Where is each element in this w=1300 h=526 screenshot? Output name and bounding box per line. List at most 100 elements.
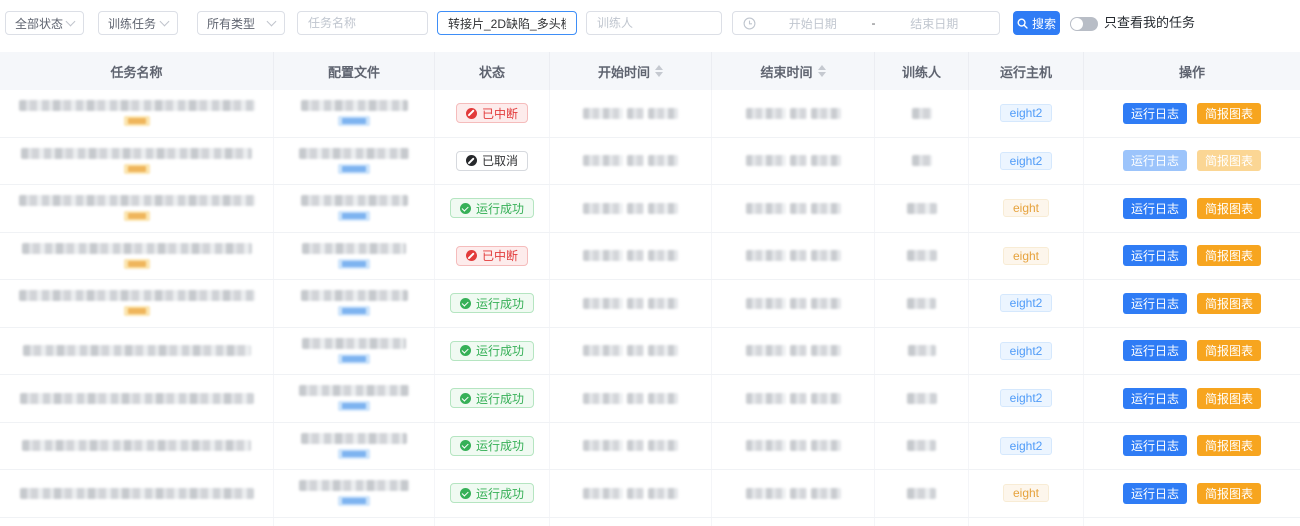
task-name-cell: [0, 138, 274, 185]
blurred-trainer-name: [912, 155, 932, 166]
blurred-timestamp-segment: [746, 488, 786, 499]
sort-ascending-caret[interactable]: [655, 65, 663, 70]
search-icon: [1017, 18, 1028, 29]
actions-cell: 运行日志简报图表: [1084, 470, 1300, 517]
task-name-input[interactable]: [298, 12, 427, 34]
search-button-label: 搜索: [1032, 15, 1056, 32]
run-log-button[interactable]: 运行日志: [1123, 388, 1187, 409]
report-chart-button[interactable]: 简报图表: [1197, 293, 1261, 314]
report-chart-button: 简报图表: [1197, 150, 1261, 171]
sort-icon[interactable]: [655, 65, 663, 77]
status-label: 已取消: [482, 152, 518, 169]
blurred-timestamp-segment: [790, 440, 807, 451]
run-log-button[interactable]: 运行日志: [1123, 103, 1187, 124]
start-time-cell: [550, 328, 712, 375]
blurred-config-name: [299, 385, 409, 396]
blurred-timestamp: [746, 298, 841, 309]
host-cell: eight2: [969, 375, 1084, 422]
blurred-timestamp-segment: [811, 203, 841, 214]
trainer-input[interactable]: [587, 12, 721, 34]
status-label: 运行成功: [476, 342, 524, 359]
task-type-filter-select[interactable]: 训练任务: [98, 11, 178, 35]
sort-ascending-caret[interactable]: [818, 65, 826, 70]
end-date-placeholder[interactable]: 结束日期: [880, 15, 990, 32]
table-row: 运行成功eight运行日志简报图表: [0, 470, 1300, 518]
blurred-timestamp-segment: [583, 440, 623, 451]
table-row: 运行成功 eight2 运行日志简报图表: [0, 328, 1300, 376]
actions-cell: 运行日志简报图表: [1084, 185, 1300, 232]
report-chart-button[interactable]: 简报图表: [1197, 340, 1261, 361]
host-tag: eight2: [1000, 104, 1053, 122]
config-file-cell: [274, 375, 435, 422]
category-filter-select[interactable]: 所有类型: [197, 11, 285, 35]
report-chart-button[interactable]: 简报图表: [1197, 435, 1261, 456]
column-header-label: 开始时间: [598, 62, 650, 81]
start-date-placeholder[interactable]: 开始日期: [758, 15, 868, 32]
run-log-button[interactable]: 运行日志: [1123, 245, 1187, 266]
blurred-timestamp-segment: [648, 203, 678, 214]
trainer-cell: [875, 375, 969, 422]
status-filter-select[interactable]: 全部状态: [5, 11, 84, 35]
report-chart-button[interactable]: 简报图表: [1197, 245, 1261, 266]
blurred-blue-tag: [338, 449, 370, 459]
blurred-timestamp: [583, 393, 678, 404]
blurred-config-name: [301, 290, 408, 301]
blurred-task-name: [22, 243, 252, 254]
blurred-timestamp: [583, 440, 678, 451]
start-time-cell: [550, 470, 712, 517]
host-cell: eight2: [969, 328, 1084, 375]
run-log-button[interactable]: 运行日志: [1123, 198, 1187, 219]
table-cell: [0, 518, 274, 526]
blurred-blue-tag: [338, 354, 370, 364]
column-header-2: 配置文件: [274, 52, 435, 90]
blurred-timestamp-segment: [746, 155, 786, 166]
blurred-timestamp-segment: [583, 345, 623, 356]
search-button[interactable]: 搜索: [1013, 11, 1060, 35]
table-row: 已中断 eight 运行日志简报图表: [0, 233, 1300, 281]
sort-descending-caret[interactable]: [655, 72, 663, 77]
blurred-timestamp-segment: [627, 155, 644, 166]
column-header-label: 训练人: [902, 62, 941, 81]
model-name-input[interactable]: [438, 12, 576, 34]
blurred-timestamp-segment: [811, 108, 841, 119]
blurred-timestamp-segment: [746, 393, 786, 404]
report-chart-button[interactable]: 简报图表: [1197, 103, 1261, 124]
blurred-blue-tag: [338, 259, 370, 269]
blurred-blue-tag: [338, 116, 370, 126]
blurred-timestamp: [583, 488, 678, 499]
blurred-timestamp: [746, 155, 841, 166]
success-check-icon: [460, 345, 471, 356]
my-tasks-toggle[interactable]: [1070, 17, 1098, 31]
status-cell: 运行成功: [435, 423, 550, 470]
column-header-5[interactable]: 结束时间: [712, 52, 875, 90]
table-cell: [712, 518, 875, 526]
blurred-config-name: [301, 195, 408, 206]
blurred-trainer-name: [907, 298, 936, 309]
blurred-config-name: [301, 100, 408, 111]
trainer-cell: [875, 185, 969, 232]
sort-icon[interactable]: [818, 65, 826, 77]
run-log-button[interactable]: 运行日志: [1123, 340, 1187, 361]
host-tag: eight: [1003, 247, 1049, 265]
table-row: 已中断eight2运行日志简报图表: [0, 90, 1300, 138]
blurred-timestamp-segment: [746, 345, 786, 356]
blurred-yellow-tag: [124, 211, 150, 221]
date-range-picker[interactable]: 开始日期 - 结束日期: [732, 11, 1000, 35]
report-chart-button[interactable]: 简报图表: [1197, 388, 1261, 409]
task-name-cell: [0, 280, 274, 327]
run-log-button[interactable]: 运行日志: [1123, 483, 1187, 504]
actions-cell: 运行日志简报图表: [1084, 423, 1300, 470]
status-badge: 已中断: [456, 246, 528, 266]
end-time-cell: [712, 280, 875, 327]
blurred-yellow-tag: [124, 164, 150, 174]
sort-descending-caret[interactable]: [818, 72, 826, 77]
report-chart-button[interactable]: 简报图表: [1197, 198, 1261, 219]
run-log-button[interactable]: 运行日志: [1123, 435, 1187, 456]
report-chart-button[interactable]: 简报图表: [1197, 483, 1261, 504]
task-name-cell: [0, 90, 274, 137]
trainer-cell: [875, 423, 969, 470]
run-log-button[interactable]: 运行日志: [1123, 293, 1187, 314]
blurred-timestamp-segment: [746, 298, 786, 309]
model-name-input-wrap: [437, 11, 577, 35]
column-header-4[interactable]: 开始时间: [550, 52, 712, 90]
